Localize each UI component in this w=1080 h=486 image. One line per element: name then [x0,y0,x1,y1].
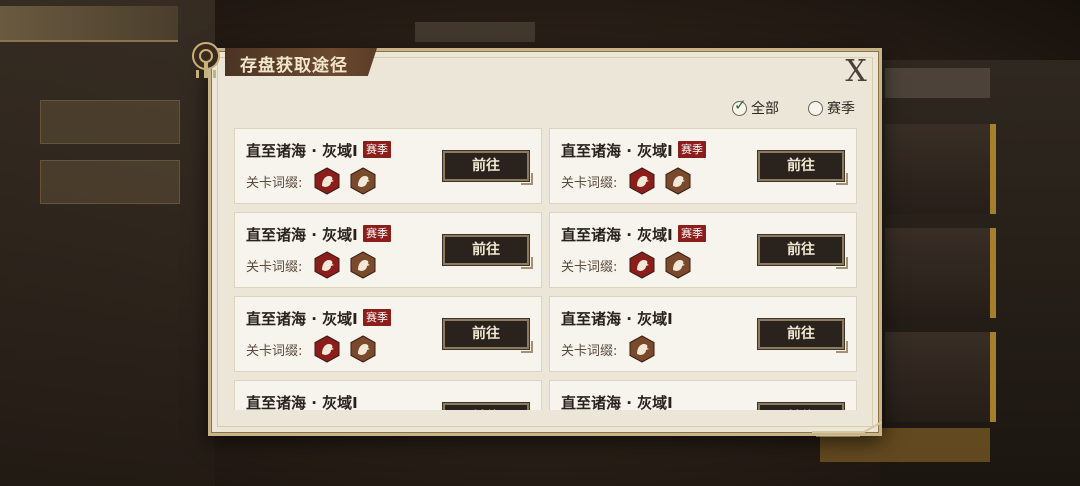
source-list[interactable]: 直至诸海 · 灰域Ⅰ 赛季 关卡词缀: 前往 直至诸海 · 灰域Ⅰ 赛季 关卡词缀: 前往 直至… [234,128,858,410]
brown-affix-icon[interactable] [628,335,656,363]
stage-title: 直至诸海 · 灰域Ⅰ [246,142,358,160]
checked-radio-icon: ✓ [732,95,747,116]
go-button[interactable]: 前往 [443,235,533,269]
brown-affix-icon[interactable] [349,335,377,363]
filter-all-label: 全部 [751,101,779,117]
source-card: 直至诸海 · 灰域Ⅰ关卡词缀:前往 [549,380,857,410]
season-badge: 赛季 [363,309,391,326]
go-button[interactable]: 前往 [443,319,533,353]
stage-title: 直至诸海 · 灰域Ⅰ [246,394,358,410]
affix-label: 关卡词缀: [246,176,303,191]
source-card: 直至诸海 · 灰域Ⅰ关卡词缀:前往 [234,380,542,410]
go-button[interactable]: 前往 [758,319,848,353]
red-affix-icon[interactable] [628,167,656,195]
affix-label: 关卡词缀: [561,344,618,359]
source-card: 直至诸海 · 灰域Ⅰ 赛季关卡词缀: 前往 [549,128,857,204]
affix-label: 关卡词缀: [246,344,303,359]
background-top-tab [415,22,535,42]
affix-label: 关卡词缀: [561,260,618,275]
source-card: 直至诸海 · 灰域Ⅰ 赛季关卡词缀: 前往 [549,212,857,288]
affix-label: 关卡词缀: [246,260,303,275]
season-badge: 赛季 [363,141,391,158]
red-affix-icon[interactable] [313,251,341,279]
filter-all[interactable]: ✓ 全部 [732,95,779,118]
background-left-tab [0,6,178,42]
go-button[interactable]: 前往 [443,151,533,185]
go-button[interactable]: 前往 [758,403,844,410]
season-badge: 赛季 [678,141,706,158]
go-button[interactable]: 前往 [758,151,848,185]
background-right-bar [885,68,990,98]
close-button[interactable]: X [838,56,874,88]
background-side-item [40,160,180,204]
stage-title: 直至诸海 · 灰域Ⅰ [246,310,358,328]
source-card: 直至诸海 · 灰域Ⅰ 赛季关卡词缀: 前往 [234,296,542,372]
dialog-corner-ornament [812,421,882,437]
background-right-card [885,332,996,422]
stage-title: 直至诸海 · 灰域Ⅰ [561,310,673,328]
brown-affix-icon[interactable] [664,251,692,279]
red-affix-icon[interactable] [628,251,656,279]
stage-title: 直至诸海 · 灰域Ⅰ [561,142,673,160]
stage-title: 直至诸海 · 灰域Ⅰ [246,226,358,244]
affix-label: 关卡词缀: [561,176,618,191]
season-badge: 赛季 [363,225,391,242]
filter-season-label: 赛季 [827,101,855,117]
brown-affix-icon[interactable] [349,251,377,279]
background-left-panel [0,0,215,486]
source-card: 直至诸海 · 灰域Ⅰ 赛季关卡词缀: 前往 [234,212,542,288]
season-badge: 赛季 [678,225,706,242]
unchecked-radio-icon [808,100,823,116]
background-side-item [40,100,180,144]
go-button[interactable]: 前往 [443,403,529,410]
source-card: 直至诸海 · 灰域Ⅰ 赛季关卡词缀: 前往 [234,128,542,204]
background-right-card [885,228,996,318]
go-button[interactable]: 前往 [758,235,848,269]
red-affix-icon[interactable] [313,335,341,363]
dialog-emblem-icon [192,42,220,78]
brown-affix-icon[interactable] [349,167,377,195]
red-affix-icon[interactable] [313,167,341,195]
stage-title: 直至诸海 · 灰域Ⅰ [561,394,673,410]
brown-affix-icon[interactable] [664,167,692,195]
source-card: 直至诸海 · 灰域Ⅰ 关卡词缀: 前往 [549,296,857,372]
background-right-card [885,124,996,214]
stage-title: 直至诸海 · 灰域Ⅰ [561,226,673,244]
filter-season[interactable]: 赛季 [808,98,855,118]
dialog-title: 存盘获取途径 [240,56,348,76]
